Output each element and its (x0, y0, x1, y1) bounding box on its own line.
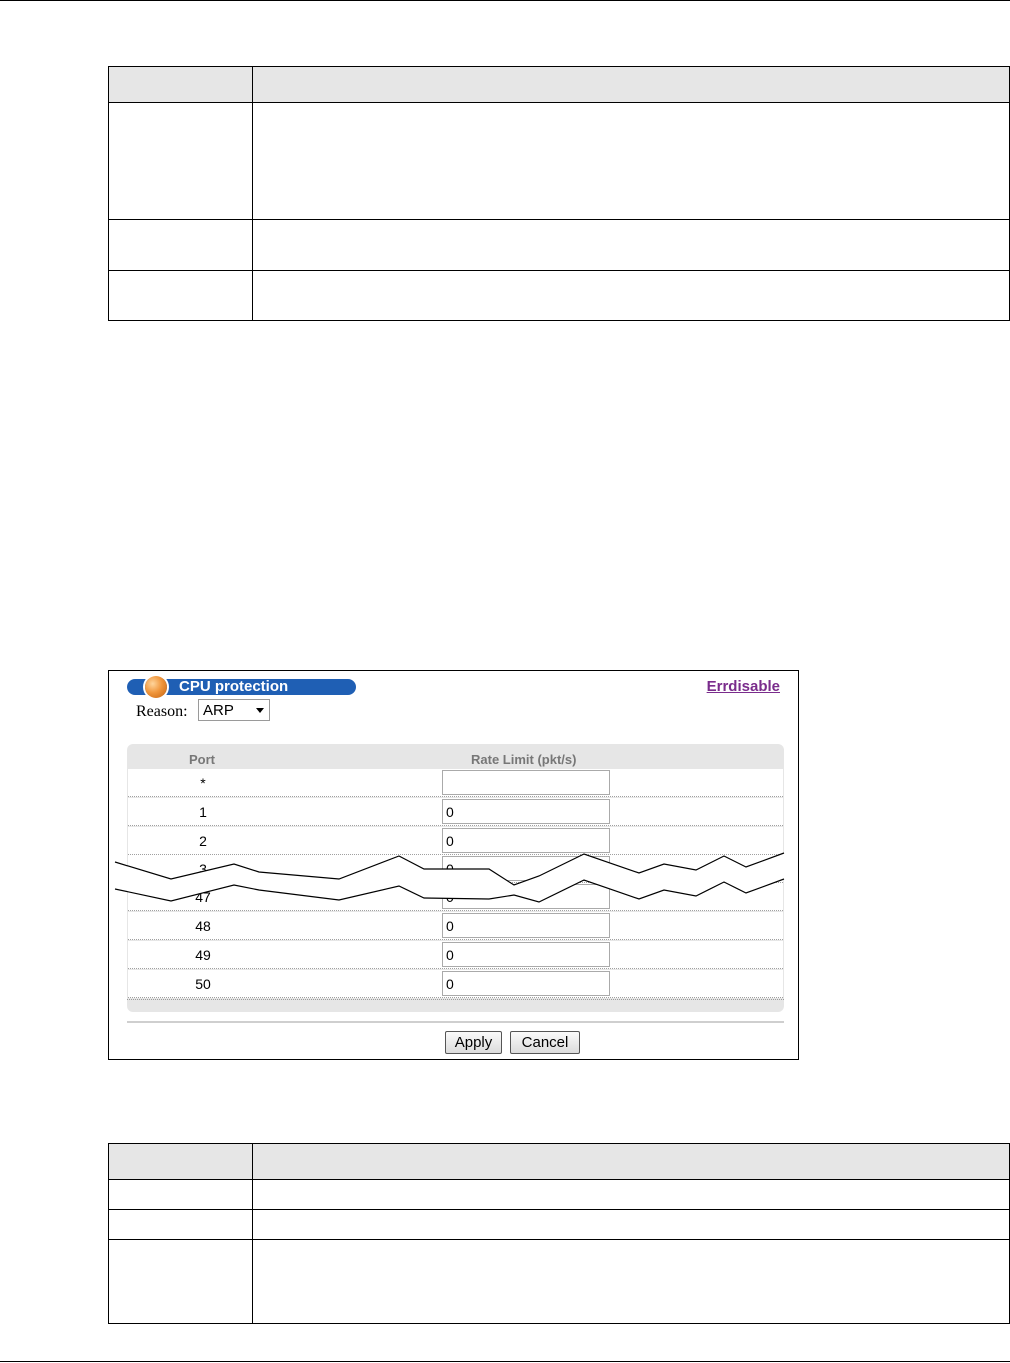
table-cell (252, 102, 1010, 220)
table-row (108, 1179, 1010, 1210)
table-cell (108, 102, 253, 220)
cancel-button[interactable]: Cancel (510, 1031, 580, 1054)
table-header-row (108, 1143, 1010, 1180)
zigzag-break-marker (114, 852, 785, 903)
apply-button[interactable]: Apply (445, 1031, 502, 1054)
table-cell (252, 1239, 1010, 1324)
table-cell (252, 1209, 1010, 1240)
table-cell (108, 270, 253, 321)
page-bottom-rule (0, 1361, 1010, 1362)
table-cell (252, 1179, 1010, 1210)
table-header-cell (108, 1143, 253, 1180)
table-row (108, 1209, 1010, 1240)
table-row (108, 1239, 1010, 1324)
table-cell (252, 219, 1010, 271)
table-cell (252, 270, 1010, 321)
bottom-description-table (108, 1143, 1010, 1324)
table-cell (108, 1209, 253, 1240)
page-top-rule (0, 0, 1010, 1)
table-row (108, 219, 1010, 271)
table-header-row (108, 66, 1010, 103)
cpu-protection-figure: CPU protection Errdisable Reason: ARP Po… (108, 670, 799, 1060)
table-cell (108, 1179, 253, 1210)
table-row (108, 270, 1010, 321)
table-cell (108, 1239, 253, 1324)
table-header-cell (252, 66, 1010, 103)
top-description-table (108, 66, 1010, 321)
button-separator (127, 1021, 784, 1023)
table-cell (108, 219, 253, 271)
table-header-cell (252, 1143, 1010, 1180)
table-row (108, 102, 1010, 220)
table-header-cell (108, 66, 253, 103)
